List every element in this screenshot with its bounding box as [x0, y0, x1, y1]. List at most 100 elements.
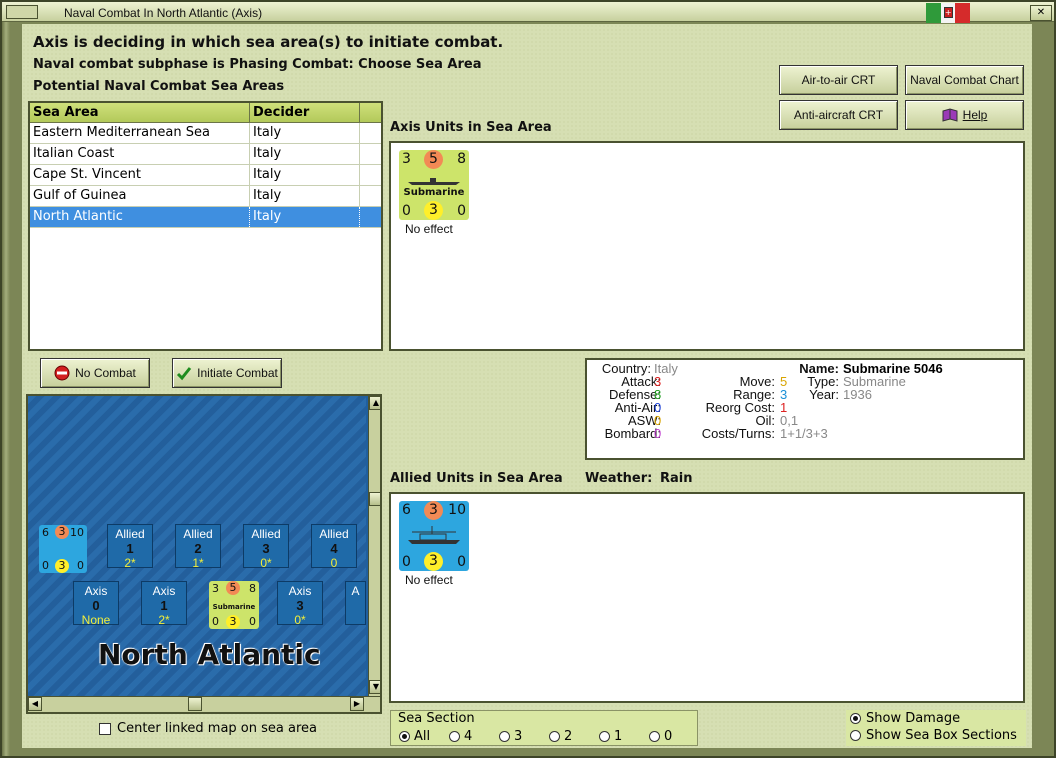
naval-combat-chart-label: Naval Combat Chart [910, 73, 1019, 87]
axis-sea-box-partial[interactable]: A [345, 581, 366, 625]
axis-sea-box-0[interactable]: Axis 0 None [73, 581, 119, 627]
radio-icon[interactable] [599, 731, 610, 742]
counter-name: Submarine [403, 187, 465, 198]
table-header: Sea Area Decider [30, 103, 381, 123]
column-header-sea-area[interactable]: Sea Area [30, 103, 250, 122]
radio-icon[interactable] [649, 731, 660, 742]
decider-cell: Italy [250, 144, 360, 164]
allied-sea-box-2[interactable]: Allied 2 1* [175, 524, 221, 570]
axis-sea-box-1[interactable]: Axis 1 2* [141, 581, 187, 627]
help-button[interactable]: Help [905, 100, 1024, 130]
initiate-combat-button[interactable]: Initiate Combat [172, 358, 282, 388]
scroll-right-icon[interactable]: ▶ [350, 697, 364, 711]
option-label: 1 [614, 729, 623, 744]
anti-aircraft-crt-button[interactable]: Anti-aircraft CRT [779, 100, 898, 130]
allied-ship-counter[interactable]: 6 3 10 0 3 0 [399, 501, 469, 571]
option-label: 0 [664, 729, 673, 744]
box-number: 1 [126, 541, 134, 556]
sea-section-option-all[interactable]: All [399, 729, 430, 744]
allied-units-panel [389, 492, 1025, 703]
decider-cell: Italy [250, 123, 360, 143]
unit-info-panel: Country: Italy Attack: 3 Defense: 8 Anti… [585, 358, 1025, 460]
table-row[interactable]: Cape St. Vincent Italy [30, 165, 381, 186]
no-combat-label: No Combat [75, 366, 136, 380]
sea-section-option-0[interactable]: 0 [649, 729, 672, 744]
year-label: Year: [809, 387, 839, 402]
scroll-down-icon[interactable]: ▼ [369, 680, 380, 694]
show-sea-box-sections-label: Show Sea Box Sections [866, 728, 1017, 743]
radio-selected-icon[interactable] [399, 731, 410, 742]
axis-sea-box-3[interactable]: Axis 3 0* [277, 581, 323, 627]
checkmark-icon [177, 367, 192, 381]
scroll-thumb-horizontal[interactable] [188, 697, 202, 711]
sea-section-option-1[interactable]: 1 [599, 729, 622, 744]
decider-cell: Italy [250, 186, 360, 206]
sea-section-option-4[interactable]: 4 [449, 729, 472, 744]
allied-sea-box-3[interactable]: Allied 3 0* [243, 524, 289, 570]
counter-attack: 3 [212, 582, 219, 595]
table-row-selected[interactable]: North Atlantic Italy [30, 207, 381, 228]
map-allied-counter[interactable]: 6 3 10 0 3 0 [39, 525, 87, 573]
sea-area-cell: Eastern Mediterranean Sea [30, 123, 250, 143]
radio-icon[interactable] [499, 731, 510, 742]
map-axis-submarine-counter[interactable]: 3 5 8 Submarine 0 3 0 [209, 581, 259, 629]
weather-value: Rain [660, 471, 693, 486]
counter-range: 3 [226, 615, 240, 629]
counter-attack: 3 [402, 151, 411, 167]
allied-sea-box-4[interactable]: Allied 4 0 [311, 524, 357, 570]
table-row[interactable]: Eastern Mediterranean Sea Italy [30, 123, 381, 144]
center-linked-checkbox[interactable] [99, 722, 111, 735]
box-value: 0* [294, 613, 306, 627]
costs-value: 1+1/3+3 [780, 426, 828, 441]
counter-attack: 6 [42, 526, 49, 539]
axis-units-label: Axis Units in Sea Area [390, 120, 552, 135]
sea-area-cell: Italian Coast [30, 144, 250, 164]
sea-section-option-3[interactable]: 3 [499, 729, 522, 744]
no-combat-button[interactable]: No Combat [40, 358, 150, 388]
counter-bombard: 0 [457, 203, 466, 219]
box-side: A [351, 584, 360, 598]
radio-icon[interactable] [449, 731, 460, 742]
allied-sea-box-1[interactable]: Allied 1 2* [107, 524, 153, 570]
column-header-decider[interactable]: Decider [250, 103, 360, 122]
show-sea-box-sections-option[interactable]: Show Sea Box Sections [850, 728, 1017, 743]
map-vertical-scrollbar[interactable]: ▲ ▼ [368, 396, 380, 696]
sea-section-option-2[interactable]: 2 [549, 729, 572, 744]
table-row[interactable]: Gulf of Guinea Italy [30, 186, 381, 207]
air-to-air-crt-button[interactable]: Air-to-air CRT [779, 65, 898, 95]
counter-move: 5 [424, 150, 443, 169]
table-row[interactable]: Italian Coast Italy [30, 144, 381, 165]
axis-submarine-counter[interactable]: 3 5 8 Submarine 0 3 0 [399, 150, 469, 220]
sea-area-cell: Gulf of Guinea [30, 186, 250, 206]
show-damage-option[interactable]: Show Damage [850, 711, 960, 726]
box-number: 0 [92, 598, 100, 613]
bombard-value: 0 [654, 426, 662, 441]
scroll-thumb-vertical[interactable] [369, 492, 380, 506]
help-label: Help [962, 108, 988, 122]
box-side: Allied [251, 527, 281, 541]
submarine-icon [408, 178, 460, 185]
counter-defense: 8 [249, 582, 256, 595]
show-damage-label: Show Damage [866, 711, 961, 726]
naval-combat-chart-button[interactable]: Naval Combat Chart [905, 65, 1024, 95]
system-menu-icon[interactable] [6, 5, 38, 19]
radio-icon[interactable] [549, 731, 560, 742]
radio-icon[interactable] [850, 730, 861, 741]
counter-defense: 8 [457, 151, 466, 167]
radio-selected-icon[interactable] [850, 713, 861, 724]
counter-aa: 0 [42, 559, 49, 572]
year-value: 1936 [843, 387, 872, 402]
box-number: 4 [330, 541, 338, 556]
map-horizontal-scrollbar[interactable]: ◀ ▶ [28, 696, 380, 712]
scroll-left-icon[interactable]: ◀ [28, 697, 42, 711]
counter-bombard: 0 [249, 615, 256, 628]
window-title: Naval Combat In North Atlantic (Axis) [64, 6, 263, 20]
option-label: 2 [564, 729, 573, 744]
center-linked-checkbox-row[interactable]: Center linked map on sea area [99, 721, 317, 736]
sea-area-map[interactable]: 6 3 10 0 3 0 Allied 1 2* Allied 2 1* All… [26, 394, 382, 714]
sea-area-cell: Cape St. Vincent [30, 165, 250, 185]
close-icon[interactable]: ✕ [1030, 5, 1052, 21]
option-label: 3 [514, 729, 523, 744]
anti-aircraft-crt-label: Anti-aircraft CRT [793, 108, 884, 122]
scroll-up-icon[interactable]: ▲ [369, 396, 380, 410]
